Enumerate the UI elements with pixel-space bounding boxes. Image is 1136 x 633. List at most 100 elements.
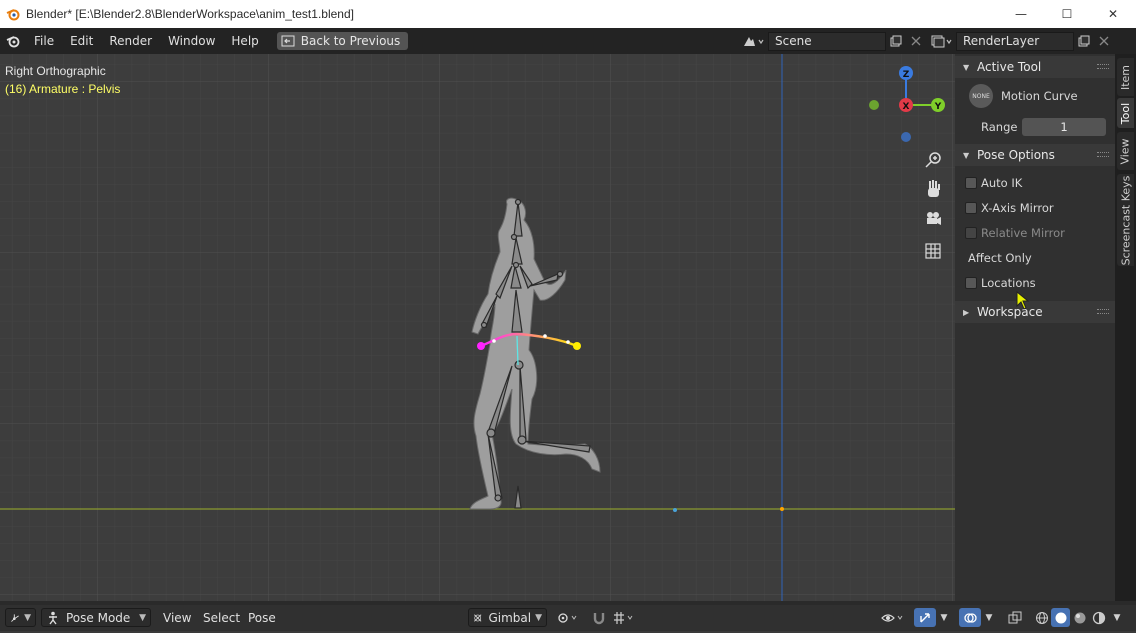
duplicate-icon (1078, 35, 1090, 47)
orientation-label: Gimbal (488, 610, 532, 625)
menu-edit[interactable]: Edit (62, 28, 101, 54)
motion-curve-keyframe (543, 334, 547, 338)
locations-label: Locations (981, 275, 1036, 290)
viewport-grid: Z X Y (0, 54, 955, 601)
menu-pose[interactable]: Pose (248, 605, 276, 631)
menu-file[interactable]: File (26, 28, 62, 54)
drag-grip-icon[interactable] (1097, 152, 1109, 157)
visibility-dropdown[interactable] (878, 608, 908, 627)
close-icon: ✕ (1107, 7, 1119, 21)
workspace-title: Workspace (977, 305, 1043, 319)
gizmo-toggle[interactable] (914, 608, 936, 627)
gizmo-x-label: X (903, 102, 910, 112)
overlays-toggle[interactable] (959, 608, 981, 627)
blender-menu-button[interactable] (0, 28, 26, 54)
shading-wireframe-button[interactable] (1032, 608, 1051, 627)
active-tool-title: Active Tool (977, 60, 1042, 74)
menu-render[interactable]: Render (101, 28, 160, 54)
maximize-button[interactable]: ☐ (1044, 0, 1090, 28)
delete-scene-button[interactable] (906, 32, 926, 51)
tab-view[interactable]: View (1117, 132, 1134, 170)
range-label: Range (981, 119, 1018, 134)
drag-grip-icon[interactable] (1097, 64, 1109, 69)
menu-window[interactable]: Window (160, 28, 223, 54)
x-axis-mirror-checkbox[interactable]: X-Axis Mirror (955, 195, 1115, 220)
new-scene-button[interactable] (886, 32, 906, 51)
chevron-down-icon: ▼ (1113, 612, 1121, 623)
x-axis-mirror-check[interactable] (965, 201, 977, 214)
tool-none-icon[interactable]: NONE (969, 84, 993, 108)
eye-icon (881, 613, 903, 622)
shading-dropdown[interactable]: ▼ (1110, 608, 1124, 627)
tab-view-label: View (1119, 137, 1133, 165)
3d-viewport[interactable]: Z X Y Right Orthographic (16) Armature :… (0, 54, 955, 601)
delete-view-layer-button[interactable] (1094, 32, 1114, 51)
new-view-layer-button[interactable] (1074, 32, 1094, 51)
sidebar-tabs: Item Tool View Screencast Keys (1115, 54, 1136, 601)
auto-ik-checkbox[interactable]: Auto IK (955, 170, 1115, 195)
drag-grip-icon[interactable] (1097, 309, 1109, 314)
pivot-icon (558, 612, 577, 623)
range-row: Range 1 (955, 114, 1115, 139)
active-tool-panel-header[interactable]: ▼ Active Tool (955, 56, 1115, 78)
menu-select[interactable]: Select (203, 605, 240, 631)
snap-element-dropdown[interactable] (609, 608, 639, 627)
pose-options-panel-header[interactable]: ▼ Pose Options (955, 144, 1115, 166)
collapse-triangle-icon: ▼ (963, 150, 970, 160)
pivot-point-dropdown[interactable] (553, 608, 583, 627)
scene-name-field[interactable]: Scene (768, 31, 886, 51)
tab-screencast-keys-label: Screencast Keys (1119, 175, 1133, 265)
relative-mirror-checkbox: Relative Mirror (955, 220, 1115, 245)
tab-tool[interactable]: Tool (1117, 98, 1134, 128)
transform-orientation-dropdown[interactable]: Gimbal ▼ (468, 608, 547, 627)
window-title: Blender* [E:\Blender2.8\BlenderWorkspace… (26, 7, 354, 21)
gizmo-neg-z-axis[interactable] (901, 132, 911, 142)
xray-icon (1008, 611, 1022, 623)
close-window-button[interactable]: ✕ (1090, 0, 1136, 28)
scene-browse-button[interactable] (738, 32, 768, 51)
overlays-dropdown[interactable]: ▼ (981, 608, 997, 627)
tab-item[interactable]: Item (1117, 58, 1134, 96)
snap-toggle[interactable] (589, 608, 609, 627)
duplicate-icon (890, 35, 902, 47)
chevron-down-icon: ▼ (535, 612, 542, 623)
gizmo-dropdown[interactable]: ▼ (936, 608, 952, 627)
menu-view[interactable]: View (163, 605, 191, 631)
range-number-field[interactable]: 1 (1022, 117, 1106, 136)
blender-logo-icon (6, 36, 20, 48)
relative-mirror-label: Relative Mirror (981, 225, 1065, 240)
tool-none-badge: NONE (972, 92, 990, 100)
menu-help[interactable]: Help (223, 28, 266, 54)
chevron-down-icon: ▼ (985, 612, 993, 623)
shading-material-button[interactable] (1070, 608, 1089, 627)
mode-dropdown[interactable]: Pose Mode ▼ (41, 608, 151, 627)
relative-mirror-check (965, 226, 977, 239)
object-info-label: (16) Armature : Pelvis (5, 82, 121, 96)
gizmo-neg-y-axis[interactable] (869, 100, 879, 110)
pose-mode-icon (49, 611, 57, 624)
minimize-button[interactable]: — (998, 0, 1044, 28)
auto-ik-check[interactable] (965, 176, 977, 189)
editor-type-dropdown[interactable]: ▼ (5, 608, 36, 627)
xray-toggle[interactable] (1005, 608, 1025, 627)
tab-item-label: Item (1119, 64, 1133, 90)
tab-screencast-keys[interactable]: Screencast Keys (1117, 174, 1134, 266)
locations-checkbox[interactable]: Locations (955, 270, 1115, 295)
locations-check[interactable] (965, 276, 977, 289)
tab-tool-label: Tool (1119, 102, 1132, 124)
mouse-cursor-icon (1016, 291, 1030, 310)
back-to-previous-label: Back to Previous (300, 34, 401, 48)
pose-options-title: Pose Options (977, 148, 1055, 162)
auto-ik-label: Auto IK (981, 175, 1023, 190)
affect-only-row: Affect Only (955, 245, 1115, 270)
scene-name-text: Scene (775, 33, 812, 48)
view-layer-browse-button[interactable] (926, 32, 956, 51)
viewport-header: ▼ Pose Mode ▼ View Select Pose Gimbal ▼ … (0, 601, 1136, 631)
shading-solid-button[interactable] (1051, 608, 1070, 627)
workspace-panel-header[interactable]: ▶ Workspace (955, 301, 1115, 323)
back-to-previous-button[interactable]: Back to Previous (276, 32, 409, 50)
render-layer-name-field[interactable]: RenderLayer (956, 31, 1074, 51)
shading-rendered-button[interactable] (1089, 608, 1108, 627)
gizmo-y-label: Y (934, 102, 942, 112)
wireframe-sphere-icon (1035, 611, 1048, 624)
